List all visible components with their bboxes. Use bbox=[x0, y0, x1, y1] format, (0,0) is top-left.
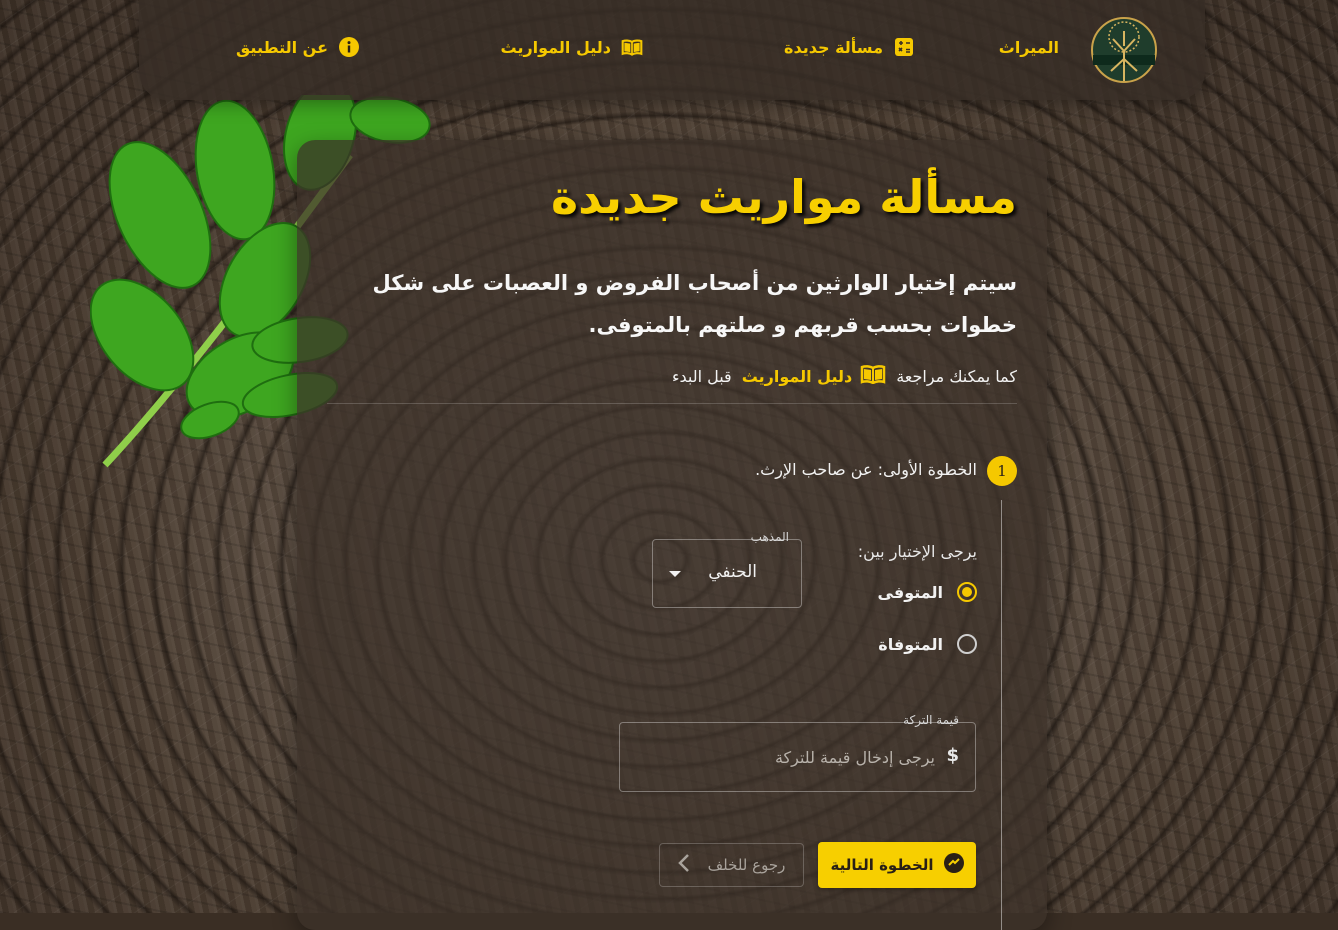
madhhab-legend: المذهب bbox=[750, 530, 789, 544]
next-step-icon bbox=[943, 853, 964, 877]
nav-guide[interactable]: دليل المواريث bbox=[501, 36, 644, 58]
calculator-icon bbox=[893, 36, 915, 58]
nav-new-problem[interactable]: مسألة جديدة bbox=[784, 36, 915, 58]
next-step-label: الخطوة التالية bbox=[830, 856, 934, 874]
book-icon bbox=[860, 364, 886, 388]
divider bbox=[327, 403, 1017, 404]
dropdown-caret-icon bbox=[669, 571, 681, 577]
nav-brand-link[interactable]: الميراث bbox=[999, 38, 1059, 57]
radio-deceased-female[interactable]: المتوفاة bbox=[878, 634, 977, 654]
choose-label: يرجى الإختيار بين: bbox=[857, 542, 977, 561]
step-label: الخطوة الأولى: عن صاحب الإرث. bbox=[755, 460, 977, 479]
back-button[interactable]: رجوع للخلف bbox=[659, 843, 804, 887]
intro-text: سيتم إختيار الوارثين من أصحاب الفروض و ا… bbox=[372, 271, 1018, 337]
madhhab-select[interactable]: المذهب الحنفي bbox=[652, 530, 802, 608]
step-number-badge: 1 bbox=[987, 456, 1017, 486]
review-suffix: قبل البدء bbox=[671, 366, 732, 386]
nav-new-problem-label: مسألة جديدة bbox=[784, 37, 883, 57]
guide-link-label: دليل المواريث bbox=[741, 366, 853, 386]
back-label: رجوع للخلف bbox=[707, 856, 786, 874]
top-navbar: الميراث مسألة جديدة دليل المواريث عن الت… bbox=[139, 0, 1205, 100]
review-prefix: كما يمكنك مراجعة bbox=[896, 366, 1017, 386]
estate-legend: قيمة التركة bbox=[903, 713, 959, 727]
stepper-connector bbox=[1001, 500, 1002, 930]
tree-logo-icon[interactable] bbox=[1091, 11, 1157, 89]
review-guide-line: كما يمكنك مراجعة دليل المواريث قبل البدء bbox=[672, 364, 1017, 388]
chevron-left-icon bbox=[677, 853, 690, 877]
new-problem-card: مسألة مواريث جديدة سيتم إختيار الوارثين … bbox=[297, 140, 1047, 930]
radio-unselected-icon[interactable] bbox=[957, 634, 977, 654]
radio-deceased-female-label: المتوفاة bbox=[878, 634, 943, 654]
estate-field: قيمة التركة $ bbox=[619, 713, 976, 792]
page-title: مسألة مواريث جديدة bbox=[550, 170, 1017, 224]
nav-about[interactable]: عن التطبيق bbox=[236, 36, 360, 58]
radio-selected-icon[interactable] bbox=[957, 582, 977, 602]
radio-deceased-male-label: المتوفى bbox=[877, 582, 943, 602]
nav-about-label: عن التطبيق bbox=[236, 37, 328, 57]
estate-input[interactable] bbox=[653, 741, 937, 773]
info-icon bbox=[338, 36, 360, 58]
book-icon bbox=[621, 36, 643, 58]
radio-deceased-male[interactable]: المتوفى bbox=[878, 582, 977, 602]
madhhab-value: الحنفي bbox=[708, 562, 757, 582]
next-step-button[interactable]: الخطوة التالية bbox=[818, 842, 976, 888]
nav-guide-label: دليل المواريث bbox=[500, 37, 612, 57]
dollar-icon: $ bbox=[946, 745, 959, 766]
guide-link[interactable]: دليل المواريث bbox=[742, 364, 887, 388]
